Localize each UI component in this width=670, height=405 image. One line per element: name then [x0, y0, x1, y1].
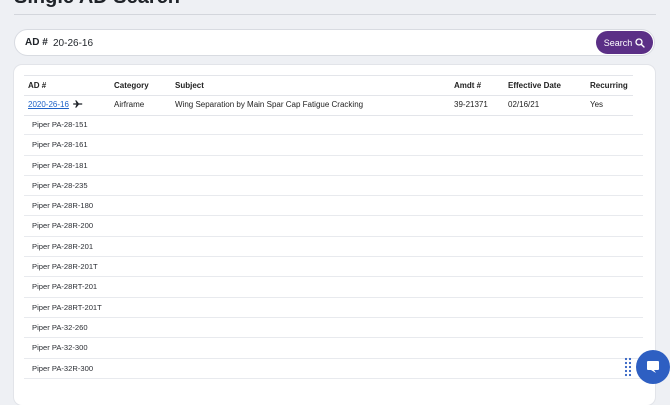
chat-icon — [647, 361, 659, 373]
list-item: Piper PA-28R-180 — [24, 196, 643, 217]
ad-number-input[interactable] — [53, 34, 553, 52]
ad-number-link[interactable]: 2020-26-16 — [28, 100, 69, 109]
applicable-models-list: Piper PA-28-151 Piper PA-28-161 Piper PA… — [24, 115, 643, 379]
search-button-label: Search — [603, 37, 633, 48]
list-item: Piper PA-28R-200 — [24, 216, 643, 237]
list-item: Piper PA-28-161 — [24, 135, 643, 156]
column-header-category: Category — [114, 81, 149, 90]
list-item: Piper PA-32-260 — [24, 318, 643, 339]
effective-date-cell: 02/16/21 — [508, 100, 540, 109]
title-divider — [14, 14, 656, 15]
list-item: Piper PA-28RT-201T — [24, 298, 643, 318]
list-item: Piper PA-28RT-201 — [24, 277, 643, 298]
list-item: Piper PA-32R-300 — [24, 359, 643, 379]
table-header: AD # Category Subject Amdt # Effective D… — [24, 75, 633, 96]
airplane-icon — [73, 100, 83, 108]
column-header-ad: AD # — [28, 81, 47, 90]
recurring-cell: Yes — [590, 100, 604, 109]
list-item: Piper PA-28-151 — [24, 115, 643, 136]
column-header-recurring: Recurring — [590, 81, 628, 90]
category-cell: Airframe — [114, 100, 145, 109]
list-item: Piper PA-28-235 — [24, 176, 643, 197]
search-icon — [635, 37, 645, 48]
chat-button[interactable] — [636, 350, 670, 384]
search-label: AD # — [25, 37, 48, 48]
grip-icon[interactable] — [624, 357, 632, 377]
results-card: AD # Category Subject Amdt # Effective D… — [14, 65, 655, 405]
column-header-subject: Subject — [175, 81, 204, 90]
list-item: Piper PA-32-300 — [24, 338, 643, 359]
list-item: Piper PA-28-181 — [24, 156, 643, 176]
table-row: 2020-26-16 Airframe Wing Separation by M… — [24, 95, 633, 116]
amdt-cell: 39-21371 — [454, 100, 488, 109]
list-item: Piper PA-28R-201T — [24, 257, 643, 278]
subject-cell: Wing Separation by Main Spar Cap Fatigue… — [175, 100, 364, 109]
column-header-amdt: Amdt # — [454, 81, 482, 90]
search-bar: AD # Search — [14, 29, 655, 56]
ad-cell: 2020-26-16 — [28, 100, 83, 109]
column-header-effective-date: Effective Date — [508, 81, 561, 90]
page-title: Single AD Search — [14, 0, 180, 9]
list-item: Piper PA-28R-201 — [24, 237, 643, 258]
search-button[interactable]: Search — [596, 31, 653, 54]
